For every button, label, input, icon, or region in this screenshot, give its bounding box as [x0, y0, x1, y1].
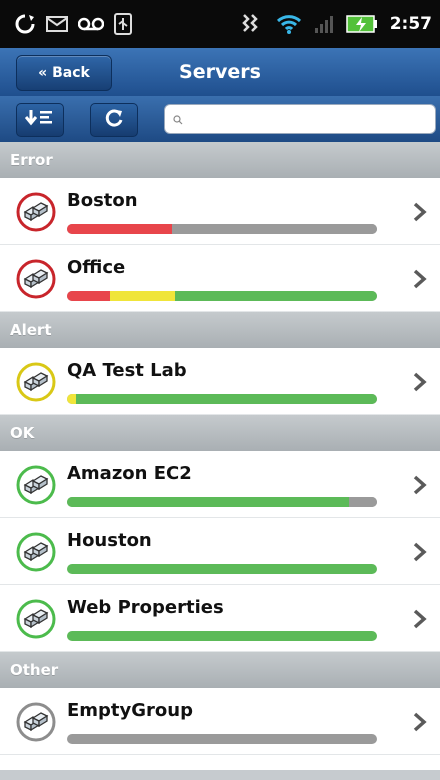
chevron-right-icon [412, 540, 428, 564]
status-bar-segment-warning [110, 291, 176, 301]
server-group-icon [16, 599, 56, 639]
voicemail-icon [78, 16, 104, 32]
status-bar-segment-error [67, 224, 173, 234]
section-header: Error [0, 142, 440, 178]
chevron-right-icon [412, 370, 428, 394]
status-bar-segment-ok [67, 564, 377, 574]
vibrate-icon [240, 13, 264, 35]
list-item[interactable]: Houston [0, 518, 440, 585]
server-group-icon [16, 259, 56, 299]
list-item[interactable]: Office [0, 245, 440, 312]
status-progress-bar [67, 291, 377, 301]
status-progress-bar [67, 394, 377, 404]
chevron-right-icon [412, 267, 428, 291]
sync-icon [14, 13, 36, 35]
refresh-button[interactable] [90, 103, 138, 137]
status-bar-segment-ok [67, 631, 377, 641]
back-button[interactable]: « Back [16, 55, 112, 91]
status-time: 2:57 [389, 14, 432, 34]
chevron-right-icon [412, 473, 428, 497]
status-progress-bar [67, 564, 377, 574]
search-input[interactable] [187, 110, 431, 128]
refresh-icon [103, 107, 125, 133]
section-header: OK [0, 415, 440, 451]
section-header-partial [0, 770, 440, 780]
search-box[interactable] [164, 104, 436, 134]
chevron-right-icon [412, 607, 428, 631]
server-group-name: Amazon EC2 [67, 463, 192, 484]
chevron-right-icon [412, 710, 428, 734]
list-item[interactable]: QA Test Lab [0, 348, 440, 415]
search-icon [173, 110, 183, 129]
status-bar-segment-ok [76, 394, 377, 404]
status-bar-segment-ok [175, 291, 377, 301]
sort-button[interactable] [16, 103, 64, 137]
usb-icon [114, 13, 132, 35]
server-group-name: Web Properties [67, 597, 224, 618]
toolbar [0, 96, 440, 142]
status-bar-segment-ok [67, 497, 350, 507]
status-bar-segment-unknown [67, 734, 377, 744]
list-item[interactable]: Boston [0, 178, 440, 245]
status-bar-segment-unknown [172, 224, 377, 234]
wifi-icon [276, 13, 302, 35]
list-item[interactable]: Web Properties [0, 585, 440, 652]
status-progress-bar [67, 734, 377, 744]
status-bar-segment-warning [67, 394, 77, 404]
sort-descending-icon [24, 108, 55, 132]
section-header: Other [0, 652, 440, 688]
list-item[interactable]: EmptyGroup [0, 688, 440, 755]
server-group-icon [16, 532, 56, 572]
server-list: Error Boston Office Alert QA Test Lab OK Amazo… [0, 142, 440, 755]
page-title: Servers [179, 61, 261, 83]
title-bar: « Back Servers [0, 48, 440, 96]
status-progress-bar [67, 224, 377, 234]
server-group-name: Office [67, 257, 126, 278]
chevron-right-icon [412, 200, 428, 224]
server-group-name: Boston [67, 190, 138, 211]
mail-icon [46, 15, 68, 33]
battery-charging-icon [345, 14, 378, 34]
section-header: Alert [0, 312, 440, 348]
status-progress-bar [67, 497, 377, 507]
server-group-icon [16, 362, 56, 402]
server-group-icon [16, 465, 56, 505]
status-bar-segment-error [67, 291, 111, 301]
server-group-name: Houston [67, 530, 152, 551]
server-group-name: QA Test Lab [67, 360, 187, 381]
server-group-icon [16, 702, 56, 742]
server-group-icon [16, 192, 56, 232]
list-item[interactable]: Amazon EC2 [0, 451, 440, 518]
server-group-name: EmptyGroup [67, 700, 193, 721]
status-bar: 2:57 [0, 0, 440, 48]
status-bar-segment-unknown [349, 497, 377, 507]
signal-icon [314, 14, 334, 34]
status-progress-bar [67, 631, 377, 641]
